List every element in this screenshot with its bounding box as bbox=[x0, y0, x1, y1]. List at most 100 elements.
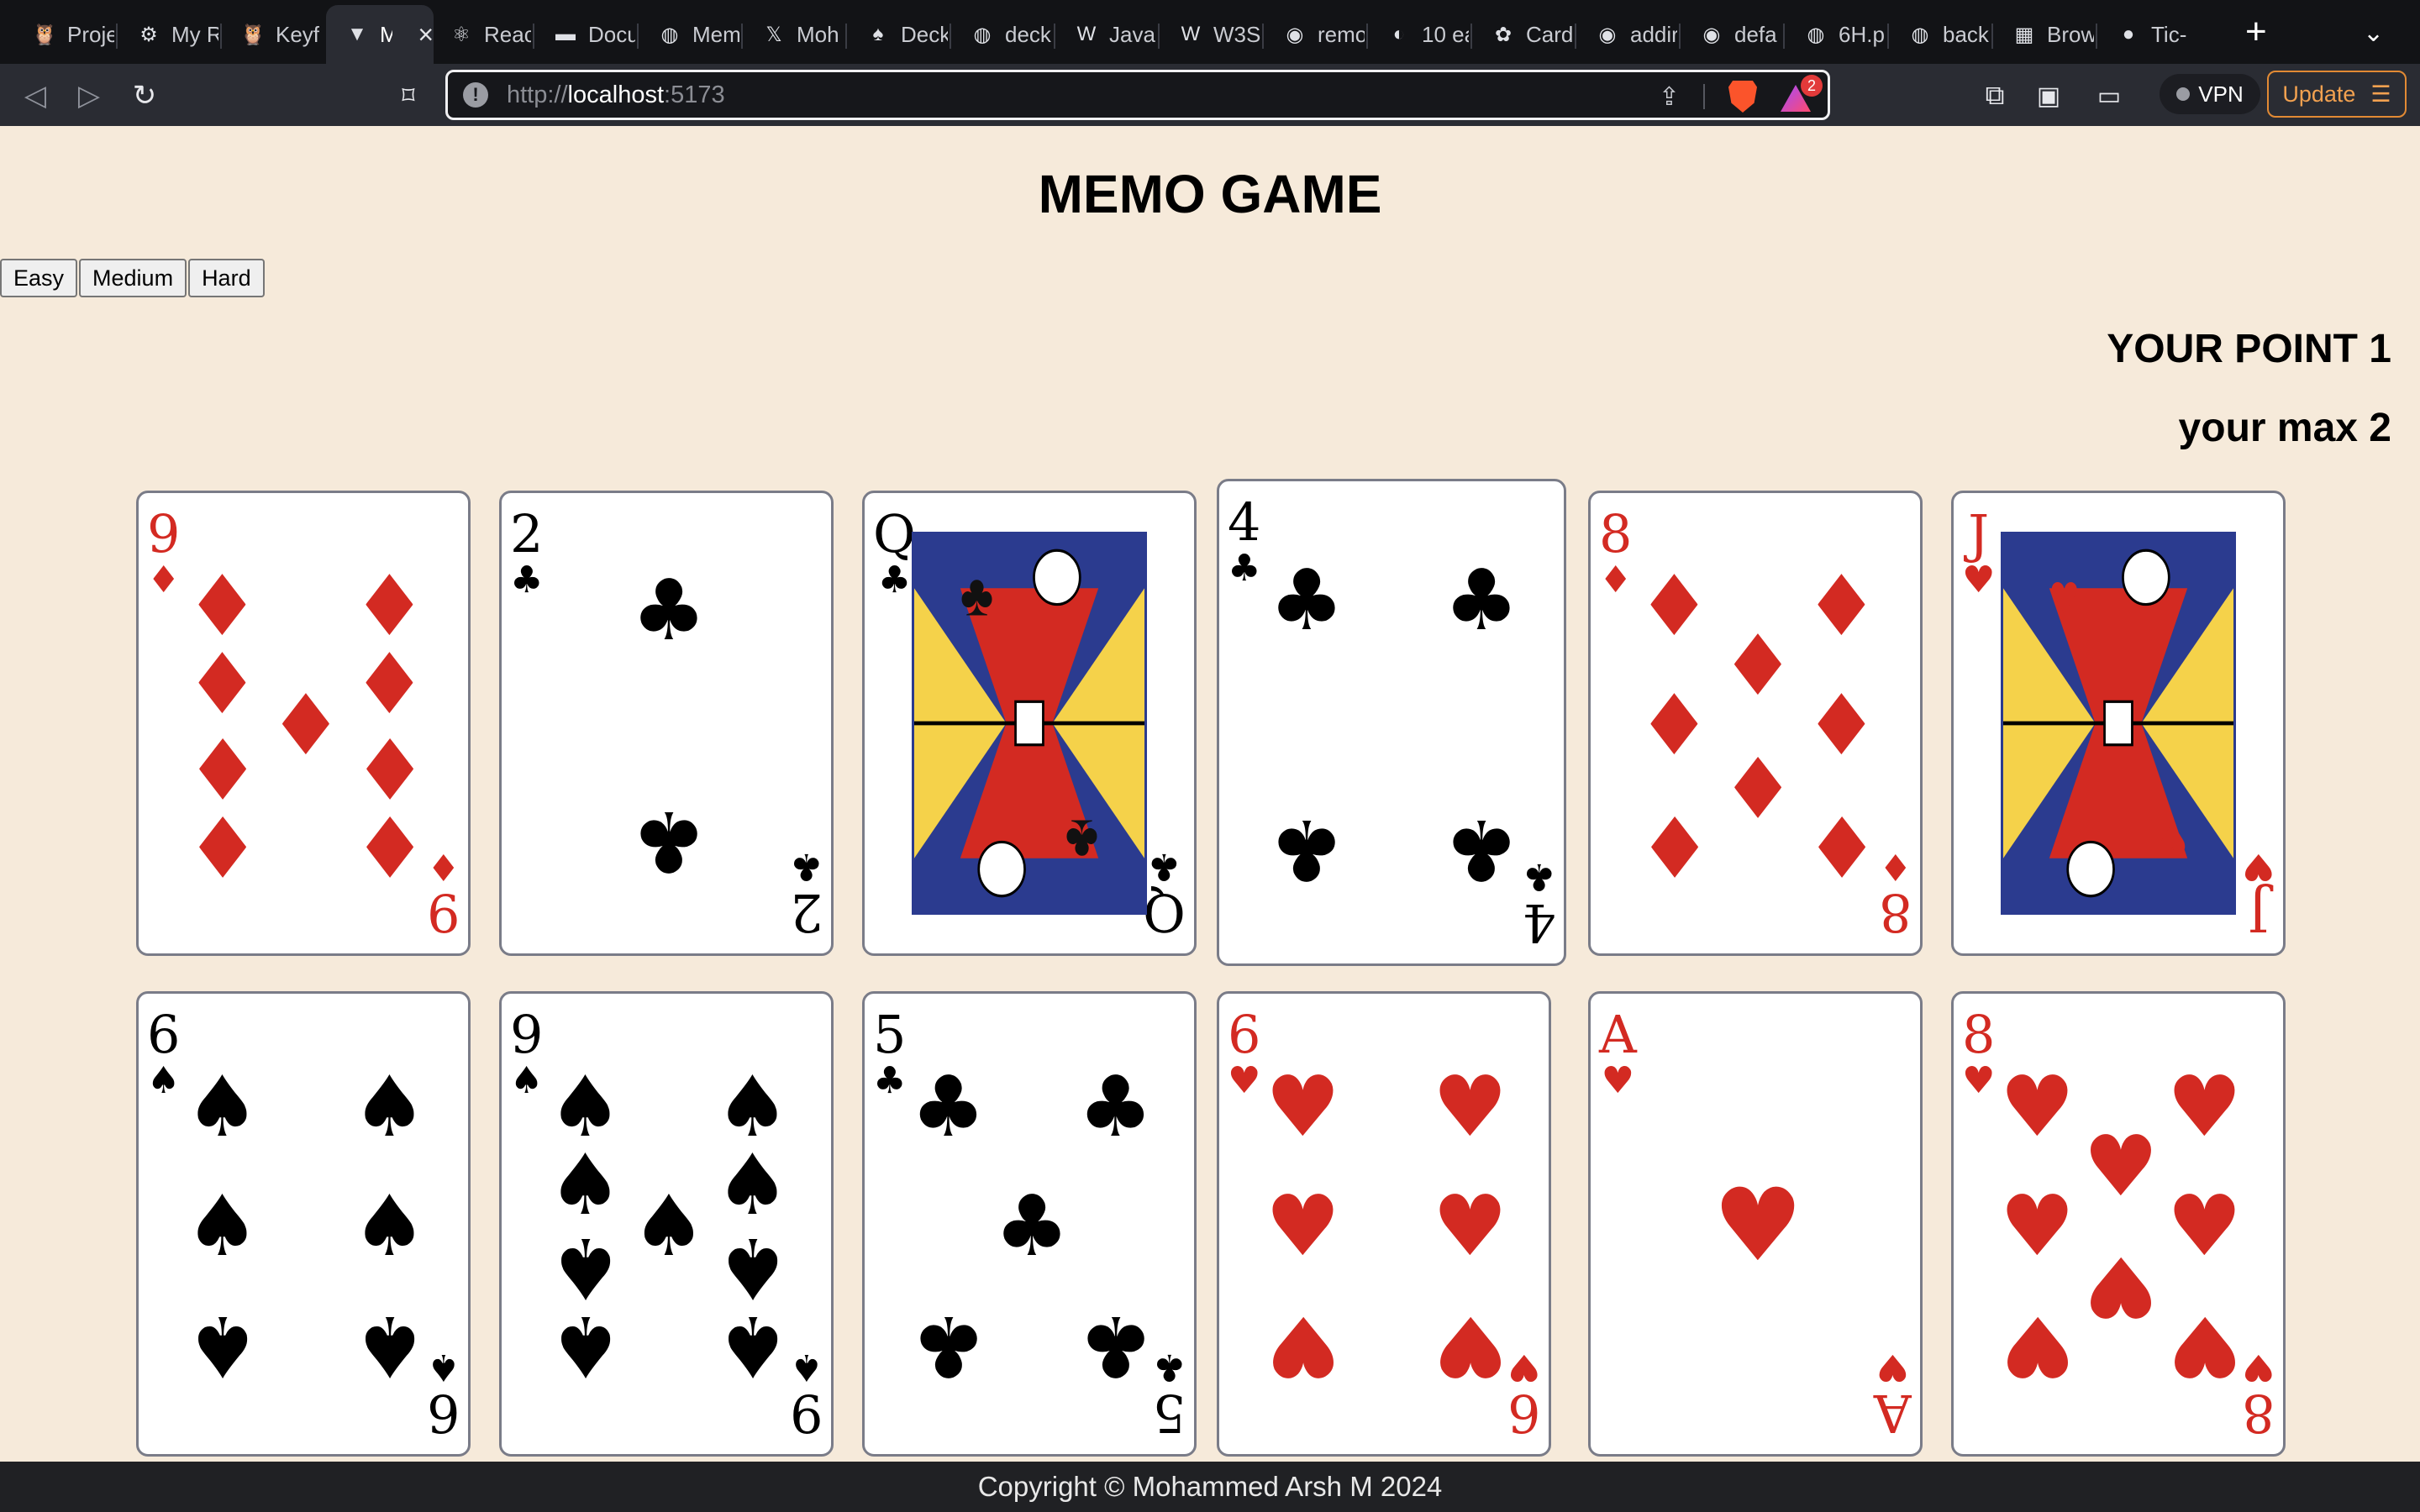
browser-tab[interactable]: ▬ Docu bbox=[534, 5, 635, 64]
suit-pip-icon: ♦ bbox=[1803, 676, 1880, 774]
medium-button[interactable]: Medium bbox=[79, 259, 187, 297]
suit-pip-icon: ♠ bbox=[714, 1136, 791, 1235]
tab-list-chevron-icon[interactable]: ⌄ bbox=[2363, 18, 2384, 48]
brave-rewards-icon[interactable]: 2 bbox=[1781, 75, 1823, 112]
new-tab-button[interactable]: + bbox=[2245, 13, 2267, 50]
vpn-button[interactable]: VPN bbox=[2160, 74, 2260, 114]
suit-pip-icon: ♦ bbox=[1803, 795, 1880, 895]
vpn-label: VPN bbox=[2198, 81, 2244, 107]
difficulty-buttons: Easy Medium Hard bbox=[0, 259, 266, 297]
suit-pip-icon: ♥ bbox=[1999, 1296, 2075, 1395]
browser-tab[interactable]: ● Tic- bbox=[2097, 5, 2198, 64]
playing-card[interactable]: A ♥ A ♥ ♥ bbox=[1588, 991, 1923, 1457]
tab-title: Reac bbox=[484, 21, 531, 47]
tab-favicon-icon: ♠ bbox=[872, 23, 884, 45]
browser-tab[interactable]: ◍ 6H.p bbox=[1785, 5, 1886, 64]
suit-pip-icon: ♦ bbox=[184, 795, 260, 895]
browser-tab[interactable]: ◉ addir bbox=[1576, 5, 1677, 64]
suit-pip-icon: ♣ bbox=[1444, 550, 1519, 649]
address-bar[interactable]: ! http://localhost:5173 ⇪ 2 bbox=[445, 70, 1830, 120]
suit-pip-icon: ♥ bbox=[1999, 1177, 2075, 1275]
sidebar-icon[interactable]: ▣ bbox=[2030, 77, 2067, 114]
card-corner-index: J ♥ bbox=[2241, 845, 2275, 943]
playing-card[interactable]: Q ♣ Q ♣ ♣ ♣ bbox=[862, 491, 1197, 956]
card-rank: 9 bbox=[789, 1383, 823, 1444]
update-button[interactable]: Update ☰ bbox=[2267, 71, 2407, 118]
browser-tab[interactable]: ◍ deck bbox=[951, 5, 1052, 64]
card-corner-index: 2 ♣ bbox=[790, 845, 823, 943]
hard-button[interactable]: Hard bbox=[188, 259, 265, 297]
browser-tab[interactable]: ◍ Mem bbox=[639, 5, 739, 64]
browser-tab[interactable]: ◍ back bbox=[1889, 5, 1990, 64]
suit-pip-icon: ♥ bbox=[2083, 1117, 2159, 1216]
card-suit-icon: ♦ bbox=[1878, 845, 1912, 888]
playing-card[interactable]: J ♥ J ♥ ♥ ♥ bbox=[1951, 491, 2286, 956]
site-info-icon[interactable]: ! bbox=[463, 82, 488, 108]
back-arrow-icon[interactable]: ◁ bbox=[17, 77, 54, 114]
playing-card[interactable]: 9 ♦ 9 ♦ ♦ ♦ ♦ ♦ ♦ ♦ ♦ ♦ ♦ bbox=[136, 491, 471, 956]
suit-pip-icon: ♥ bbox=[1265, 1058, 1341, 1157]
page-content: MEMO GAME Easy Medium Hard YOUR POINT 1 … bbox=[0, 126, 2420, 1462]
card-suit-icon: ♥ bbox=[1507, 1346, 1540, 1389]
wallet-icon[interactable]: ▭ bbox=[2091, 77, 2128, 114]
card-suit-icon: ♥ bbox=[1962, 559, 1996, 601]
browser-tab[interactable]: W Java bbox=[1055, 5, 1156, 64]
tab-favicon-icon: ▬ bbox=[555, 23, 576, 45]
extensions-icon[interactable]: ⧉ bbox=[1976, 77, 2013, 114]
browser-tab[interactable]: ⚛ Reac bbox=[430, 5, 531, 64]
browser-tab[interactable]: 𝕏 Moh bbox=[743, 5, 844, 64]
tab-title: 6H.p bbox=[1839, 21, 1885, 47]
browser-tab[interactable]: ◉ defa bbox=[1681, 5, 1781, 64]
card-suit-icon: ♥ bbox=[2241, 845, 2275, 888]
browser-toolbar: ◁ ▷ ↻ ⌑ ! http://localhost:5173 ⇪ 2 ⧉ ▣ … bbox=[0, 64, 2420, 126]
court-card-figure: ♥ ♥ bbox=[2001, 532, 2236, 915]
card-rank: 6 bbox=[1507, 1383, 1540, 1444]
browser-tab[interactable]: 🦉 Proje bbox=[13, 5, 114, 64]
suit-pip-icon: ♥ bbox=[2083, 1236, 2159, 1336]
browser-tab[interactable]: ♠ Deck bbox=[847, 5, 948, 64]
browser-tab[interactable]: ▼ M × bbox=[326, 5, 434, 64]
playing-card[interactable]: 8 ♦ 8 ♦ ♦ ♦ ♦ ♦ ♦ ♦ ♦ ♦ bbox=[1588, 491, 1923, 956]
game-title: MEMO GAME bbox=[1038, 164, 1382, 224]
playing-card[interactable]: 5 ♣ 5 ♣ ♣ ♣ ♣ ♣ ♣ bbox=[862, 991, 1197, 1457]
rewards-badge: 2 bbox=[1801, 75, 1823, 97]
tab-title: Card bbox=[1526, 21, 1573, 47]
tab-favicon-icon: ◍ bbox=[1807, 23, 1825, 46]
browser-tab[interactable]: W W3S bbox=[1160, 5, 1260, 64]
card-suit-icon: ♠ bbox=[147, 1059, 181, 1102]
tab-separator bbox=[1991, 24, 1993, 49]
card-rank: 9 bbox=[147, 503, 181, 564]
share-icon[interactable]: ⇪ bbox=[1659, 82, 1680, 112]
card-corner-index: 8 ♥ bbox=[2241, 1346, 2275, 1444]
tab-title: Moh bbox=[797, 21, 839, 47]
browser-tab[interactable]: ⚙ My R bbox=[118, 5, 218, 64]
reload-icon[interactable]: ↻ bbox=[126, 77, 163, 114]
playing-card[interactable]: 6 ♥ 6 ♥ ♥ ♥ ♥ ♥ ♥ ♥ bbox=[1217, 991, 1551, 1457]
playing-card[interactable]: 2 ♣ 2 ♣ ♣ ♣ bbox=[499, 491, 834, 956]
browser-tab[interactable]: ◉ remo bbox=[1264, 5, 1365, 64]
browser-tab[interactable]: ✿ Card bbox=[1472, 5, 1573, 64]
bookmark-icon[interactable]: ⌑ bbox=[390, 77, 427, 114]
suit-pip-icon: ♦ bbox=[1803, 557, 1880, 656]
tab-favicon-icon: ◍ bbox=[660, 23, 679, 46]
card-suit-icon: ♥ bbox=[2241, 1346, 2275, 1389]
playing-card[interactable]: 6 ♠ 6 ♠ ♠ ♠ ♠ ♠ ♠ ♠ bbox=[136, 991, 471, 1457]
forward-arrow-icon[interactable]: ▷ bbox=[71, 77, 108, 114]
playing-card[interactable]: 4 ♣ 4 ♣ ♣ ♣ ♣ ♣ bbox=[1217, 479, 1566, 966]
card-rank: A bbox=[1599, 1004, 1637, 1065]
tab-strip: 🦉 Proje ⚙ My R 🦉 Keyf ▼ M × ⚛ Reac ▬ Docu ◍ Mem 𝕏 Moh ♠ De… bbox=[0, 0, 2420, 64]
playing-card[interactable]: 9 ♠ 9 ♠ ♠ ♠ ♠ ♠ ♠ ♠ ♠ ♠ ♠ bbox=[499, 991, 834, 1457]
brave-shields-icon[interactable] bbox=[1728, 81, 1757, 113]
tab-separator bbox=[1054, 24, 1055, 49]
browser-tab[interactable]: ▦ Brow bbox=[1993, 5, 2094, 64]
browser-tab[interactable]: ◐ 10 ea bbox=[1368, 5, 1469, 64]
tab-separator bbox=[1158, 24, 1160, 49]
playing-card[interactable]: 8 ♥ 8 ♥ ♥ ♥ ♥ ♥ ♥ ♥ ♥ ♥ bbox=[1951, 991, 2286, 1457]
tab-title: Tic- bbox=[2151, 21, 2187, 47]
suit-pip-icon: ♣ bbox=[910, 1058, 986, 1157]
easy-button[interactable]: Easy bbox=[0, 259, 78, 297]
browser-tab[interactable]: 🦉 Keyf bbox=[222, 5, 323, 64]
suit-pip-icon: ♣ bbox=[1077, 1296, 1154, 1395]
card-rank: Q bbox=[873, 503, 916, 564]
suit-pip-icon: ♥ bbox=[1432, 1296, 1508, 1395]
